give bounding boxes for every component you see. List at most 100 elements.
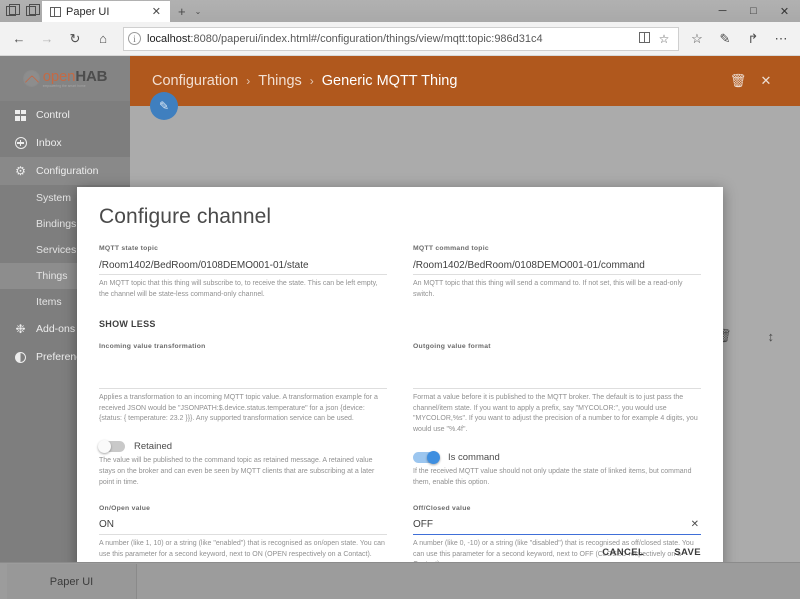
taskbar-item-paper-ui[interactable]: Paper UI (7, 564, 137, 599)
is-command-label: Is command (448, 452, 500, 464)
refresh-icon[interactable]: ↻ (61, 25, 89, 53)
home-icon[interactable]: ⌂ (89, 25, 117, 53)
notes-icon[interactable]: ✎ (711, 25, 739, 53)
state-topic-help: An MQTT topic that this thing will subsc… (99, 280, 378, 298)
chevron-down-icon[interactable]: ⌄ (195, 7, 202, 16)
logo-wordmark: openHAB empowering the smart home (42, 67, 108, 88)
clear-icon[interactable]: ✕ (691, 519, 701, 530)
page-header: Configuration › Things › Generic MQTT Th… (130, 56, 800, 106)
state-topic-input[interactable]: /Room1402/BedRoom/0108DEMO001-01/state (99, 256, 387, 275)
breadcrumb: Configuration › Things › Generic MQTT Th… (152, 73, 724, 89)
command-topic-input[interactable]: /Room1402/BedRoom/0108DEMO001-01/command (413, 256, 701, 275)
incoming-transformation-label: Incoming value transformation (99, 342, 206, 350)
url-path: :8080/paperui/index.html#/configuration/… (190, 32, 543, 45)
new-tab-area: + ⌄ (170, 1, 209, 22)
favorite-star-icon[interactable]: ☆ (654, 32, 674, 46)
is-command-help: If the received MQTT value should not on… (413, 468, 692, 486)
tab-favicon (50, 6, 61, 17)
browser-window: Paper UI ✕ + ⌄ ─ □ ✕ ← → ↻ ⌂ i localhost… (0, 0, 800, 562)
command-topic-label: MQTT command topic (413, 245, 489, 252)
outgoing-format-label: Outgoing value format (413, 342, 491, 350)
command-topic-help: An MQTT topic that this thing will send … (413, 280, 683, 298)
show-less-toggle[interactable]: SHOW LESS (99, 319, 701, 329)
dialog-title: Configure channel (99, 205, 272, 228)
sidebar-item-label: Configuration (36, 165, 99, 177)
breadcrumb-current: Generic MQTT Thing (321, 73, 458, 89)
tab-title: Paper UI (66, 5, 110, 18)
sidebar-item-configuration[interactable]: ⚙ Configuration (0, 157, 130, 185)
delete-thing-icon[interactable]: 🗑 (724, 73, 752, 89)
outgoing-format-help: Format a value before it is published to… (413, 393, 698, 434)
maximize-button[interactable]: □ (738, 0, 769, 22)
browser-toolbar-right: ☆ ✎ ↱ ⋯ (683, 25, 795, 53)
state-topic-value: /Room1402/BedRoom/0108DEMO001-01/state (99, 259, 309, 271)
dialog-transformation-row: Incoming value transformation Applies a … (98, 342, 701, 562)
outgoing-format-input[interactable] (413, 370, 701, 389)
incoming-transformation-input[interactable] (99, 370, 387, 389)
save-button[interactable]: SAVE (674, 547, 701, 558)
on-open-value-input[interactable]: ON (99, 516, 387, 535)
breadcrumb-configuration[interactable]: Configuration (152, 73, 238, 89)
sidebar-item-label: Add-ons (36, 323, 76, 335)
browser-nav-bar: ← → ↻ ⌂ i localhost:8080/paperui/index.h… (0, 22, 800, 56)
site-info-icon[interactable]: i (128, 32, 141, 45)
on-open-value-text: ON (99, 519, 114, 531)
set-aside-tabs-icon[interactable] (22, 2, 40, 20)
edit-fab-button[interactable]: ✎ (150, 92, 178, 120)
tab-paper-ui[interactable]: Paper UI ✕ (42, 1, 170, 22)
close-window-button[interactable]: ✕ (769, 0, 800, 22)
logo-tagline: empowering the smart home (42, 83, 86, 88)
dialog-top-row: MQTT state topic /Room1402/BedRoom/0108D… (99, 245, 701, 301)
inbox-plus-icon (14, 137, 27, 150)
tab-preview-icon[interactable] (2, 2, 20, 20)
sidebar-item-inbox[interactable]: Inbox (0, 129, 130, 157)
is-command-toggle-row: Is command (413, 451, 701, 465)
retained-label: Retained (134, 441, 173, 453)
hub-icon[interactable]: ☆ (683, 25, 711, 53)
on-open-value-help: A number (like 1, 10) or a string (like … (99, 539, 385, 558)
close-icon[interactable]: ✕ (752, 73, 780, 89)
forward-icon[interactable]: → (33, 25, 61, 53)
puzzle-icon: ❉ (15, 322, 26, 336)
retained-toggle[interactable] (98, 440, 125, 454)
window-system-icons (2, 2, 40, 20)
page-viewport: openHAB empowering the smart home Contro… (0, 56, 800, 562)
share-icon[interactable]: ↱ (739, 25, 767, 53)
openhab-mark-icon (22, 70, 40, 87)
sidebar-item-control[interactable]: Control (0, 101, 130, 129)
more-icon[interactable]: ⋯ (767, 25, 795, 53)
configure-channel-dialog: Configure channel MQTT state topic /Room… (77, 187, 723, 562)
close-tab-icon[interactable]: ✕ (149, 5, 164, 18)
state-topic-field-group: MQTT state topic /Room1402/BedRoom/0108D… (99, 245, 387, 301)
incoming-transformation-group: Incoming value transformation Applies a … (98, 342, 387, 562)
browser-title-bar: Paper UI ✕ + ⌄ ─ □ ✕ (0, 0, 800, 22)
off-closed-value-text: OFF (413, 519, 433, 531)
background-row-actions: 🗑 ↕ (715, 328, 774, 344)
state-topic-label: MQTT state topic (99, 245, 159, 252)
is-command-toggle[interactable] (413, 451, 440, 465)
sidebar-item-label: Control (36, 109, 70, 121)
retained-toggle-row: Retained (98, 440, 387, 454)
minimize-button[interactable]: ─ (707, 0, 738, 22)
desktop: Paper UI ✕ + ⌄ ─ □ ✕ ← → ↻ ⌂ i localhost… (0, 0, 800, 599)
taskbar: Paper UI (0, 562, 800, 599)
new-tab-button[interactable]: + (178, 4, 186, 19)
up-down-arrows-icon[interactable]: ↕ (768, 329, 775, 344)
incoming-transformation-help: Applies a transformation to an incoming … (99, 393, 378, 423)
cancel-button[interactable]: CANCEL (602, 547, 644, 558)
logo-hab-text: HAB (75, 67, 108, 85)
breadcrumb-things[interactable]: Things (258, 73, 302, 89)
command-topic-value: /Room1402/BedRoom/0108DEMO001-01/command (413, 259, 645, 271)
off-closed-value-input[interactable]: OFF ✕ (413, 516, 701, 535)
url-host: localhost (147, 32, 191, 45)
sidebar-item-label: Inbox (36, 137, 62, 149)
back-icon[interactable]: ← (5, 25, 33, 53)
contrast-icon (14, 351, 27, 364)
address-bar[interactable]: i localhost:8080/paperui/index.html#/con… (123, 26, 679, 51)
window-controls: ─ □ ✕ (707, 0, 800, 22)
reading-view-icon[interactable] (634, 31, 654, 46)
openhab-logo: openHAB empowering the smart home (0, 56, 130, 101)
logo-open-text: open (42, 67, 76, 85)
outgoing-format-group: Outgoing value format Format a value bef… (413, 343, 701, 562)
retained-help: The value will be published to the comma… (99, 457, 375, 486)
